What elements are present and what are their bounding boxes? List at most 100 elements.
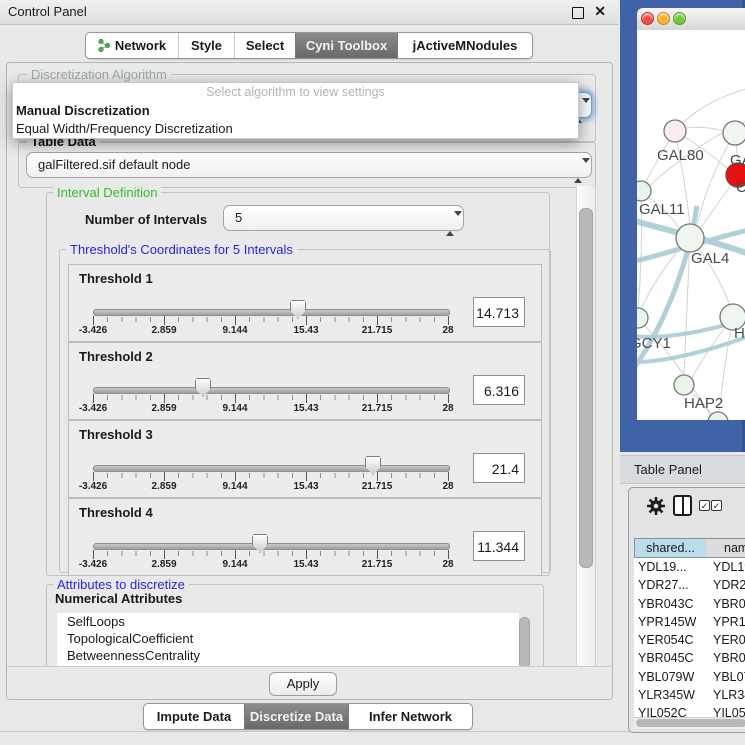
threshold-4-slider-track[interactable]: [93, 543, 450, 550]
tab-style[interactable]: Style: [178, 33, 234, 58]
threshold-4-box: Threshold 4 -3.426 2.859 9.144 15.43 21.…: [68, 498, 542, 576]
column-header-shared-name[interactable]: shared...: [634, 538, 707, 558]
threshold-1-box: Threshold 1 -3.426 2.859 9.144 15.43 21.…: [68, 264, 542, 342]
panel-scrollbar-track[interactable]: [576, 186, 596, 696]
node-label: GA: [730, 152, 745, 169]
node-label: GAL11: [639, 201, 685, 218]
threshold-4-value-field[interactable]: 11.344: [473, 531, 525, 561]
threshold-2-slider-track[interactable]: [93, 387, 450, 394]
attributes-list-scrollbar[interactable]: [519, 617, 530, 669]
discretization-algorithm-group-title: Discretization Algorithm: [27, 67, 171, 82]
tab-impute-data[interactable]: Impute Data: [144, 704, 244, 729]
table-row[interactable]: YDR27...YDR27...: [634, 576, 745, 594]
interval-definition-title: Interval Definition: [53, 185, 161, 200]
tick-marks: [93, 317, 449, 322]
table-data-value: galFiltered.sif default node: [38, 153, 190, 177]
threshold-2-value-field[interactable]: 6.316: [473, 375, 525, 405]
dropdown-prompt: Select algorithm to view settings: [13, 83, 578, 102]
table-panel-title: Table Panel: [634, 456, 702, 483]
attributes-list[interactable]: SelfLoops TopologicalCoefficient Between…: [57, 613, 519, 667]
thresholds-group: Threshold's Coordinates for 5 Intervals …: [59, 249, 551, 573]
node-gcy1[interactable]: [637, 308, 648, 328]
tick-marks: [93, 551, 449, 556]
cyni-bottom-tabs: Impute Data Discretize Data Infer Networ…: [143, 703, 473, 730]
split-columns-icon[interactable]: [673, 495, 692, 516]
num-intervals-combobox[interactable]: 5: [223, 205, 464, 231]
num-intervals-label: Number of Intervals: [85, 207, 207, 233]
network-canvas[interactable]: GAL80 GA GAL11 GAL4 GCY1 H HAP2 C: [637, 30, 745, 420]
tick-marks: [93, 473, 449, 478]
table-panel-window: ✓ ✓ shared... name YDL19...YDL19... YDR2…: [628, 487, 745, 733]
attributes-group: Attributes to discretize Numerical Attri…: [46, 584, 544, 676]
threshold-1-value-field[interactable]: 14.713: [473, 297, 525, 327]
table-row[interactable]: YBR043CYBR043C: [634, 595, 745, 613]
tab-discretize-data[interactable]: Discretize Data: [244, 704, 349, 729]
combo-stepper-icon: [446, 211, 454, 227]
list-item[interactable]: TopologicalCoefficient: [57, 630, 519, 647]
network-window-titlebar[interactable]: [637, 8, 745, 31]
close-traffic-light[interactable]: [641, 12, 654, 25]
column-header-name[interactable]: name: [706, 538, 745, 558]
table-row[interactable]: YDL19...YDL19...: [634, 558, 745, 576]
table-row[interactable]: YLR345WYLR345W: [634, 686, 745, 704]
tab-cyni-toolbox[interactable]: Cyni Toolbox: [295, 33, 398, 58]
table-data-combobox[interactable]: galFiltered.sif default node: [26, 152, 592, 178]
node-gal11[interactable]: [637, 181, 651, 201]
numerical-attributes-label: Numerical Attributes: [55, 591, 182, 606]
tab-network-label: Network: [115, 33, 166, 58]
close-icon[interactable]: ✕: [594, 3, 606, 20]
threshold-1-label: Threshold 1: [79, 271, 153, 286]
list-item[interactable]: SelfLoops: [57, 613, 519, 630]
tick-marks: [93, 395, 449, 400]
threshold-3-label: Threshold 3: [79, 427, 153, 442]
network-icon: [98, 38, 110, 53]
threshold-4-label: Threshold 4: [79, 505, 153, 520]
node-label: GAL4: [691, 250, 729, 267]
node-label: C: [736, 179, 745, 196]
node-hap2[interactable]: [674, 375, 694, 395]
table-hscrollbar-track[interactable]: [634, 717, 745, 729]
zoom-traffic-light[interactable]: [673, 12, 686, 25]
dropdown-option-manual[interactable]: Manual Discretization: [13, 102, 578, 120]
threshold-3-box: Threshold 3 -3.426 2.859 9.144 15.43 21.…: [68, 420, 542, 498]
table-hscrollbar-thumb[interactable]: [636, 719, 745, 727]
attributes-group-title: Attributes to discretize: [53, 577, 189, 592]
tab-network[interactable]: Network: [86, 33, 178, 58]
threshold-1-slider-track[interactable]: [93, 309, 450, 316]
dropdown-option-equal-width[interactable]: Equal Width/Frequency Discretization: [13, 120, 578, 137]
node-label: H: [734, 325, 745, 342]
tab-jactivemnodules[interactable]: jActiveMNodules: [398, 33, 532, 58]
node-label: GCY1: [637, 335, 671, 352]
table-row[interactable]: YBR045CYBR045C: [634, 649, 745, 667]
table-row[interactable]: YBL079WYBL079W: [634, 668, 745, 686]
node-top-right[interactable]: [723, 121, 745, 145]
apply-button[interactable]: Apply: [269, 672, 337, 696]
threshold-3-slider-track[interactable]: [93, 465, 450, 472]
panel-bottom-strip: Apply: [7, 666, 611, 698]
gear-icon[interactable]: [646, 496, 666, 516]
table-row[interactable]: YER054CYER054C: [634, 631, 745, 649]
node-gal80[interactable]: [664, 120, 686, 142]
tab-select[interactable]: Select: [234, 33, 295, 58]
panel-scrollbar-thumb[interactable]: [579, 208, 593, 568]
table-row[interactable]: YIL052CYIL052C: [634, 704, 745, 717]
table-row[interactable]: YPR145WYPR145W: [634, 613, 745, 631]
thresholds-group-title: Threshold's Coordinates for 5 Intervals: [66, 242, 297, 257]
checkbox-icon[interactable]: ✓: [699, 500, 710, 511]
node-gal4[interactable]: [676, 224, 704, 252]
checkbox-icon[interactable]: ✓: [711, 500, 722, 511]
combo-stepper-icon: [574, 158, 582, 174]
threshold-3-value-field[interactable]: 21.4: [473, 453, 525, 483]
threshold-2-label: Threshold 2: [79, 349, 153, 364]
tab-infer-network[interactable]: Infer Network: [349, 704, 472, 729]
num-intervals-value: 5: [235, 206, 242, 230]
minimize-traffic-light[interactable]: [657, 12, 670, 25]
interval-definition-group: Interval Definition Number of Intervals …: [46, 192, 550, 576]
control-panel-titlebar: Control Panel ✕: [0, 0, 618, 25]
panel-title: Control Panel: [8, 0, 87, 24]
node-label: GAL80: [657, 147, 704, 164]
algorithm-dropdown-popup: Select algorithm to view settings Manual…: [12, 82, 579, 139]
table-panel-titlebar: Table Panel: [620, 455, 745, 484]
list-item[interactable]: BetweennessCentrality: [57, 647, 519, 664]
float-window-icon[interactable]: [572, 7, 584, 19]
